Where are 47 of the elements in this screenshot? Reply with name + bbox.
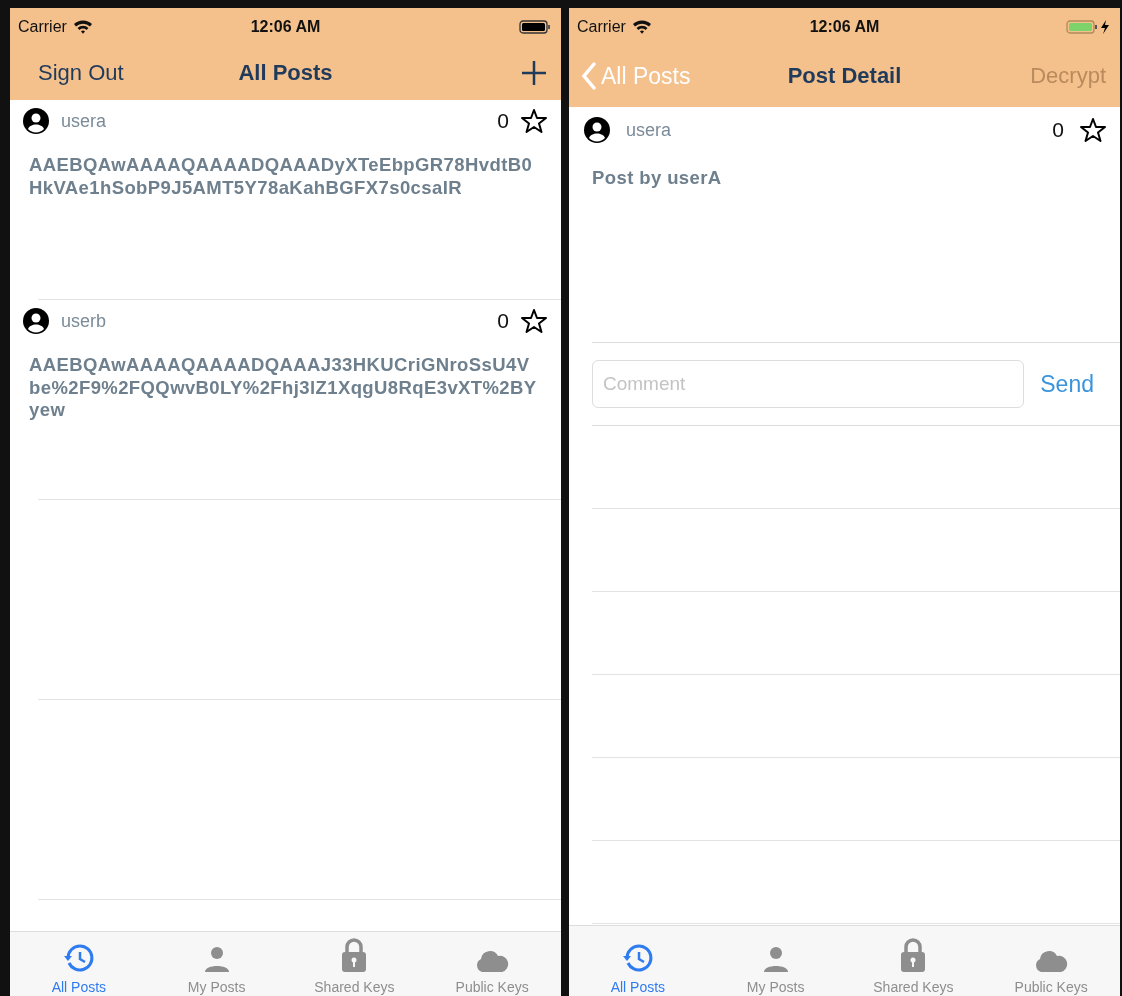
username: usera: [626, 119, 672, 141]
avatar-icon: [584, 117, 610, 143]
battery-icon: [519, 18, 553, 35]
lock-icon: [340, 937, 369, 973]
nav-title: All Posts: [238, 59, 333, 85]
star-count: 0: [497, 309, 509, 333]
person-icon: [762, 945, 789, 973]
username: userb: [61, 310, 107, 332]
tab[interactable]: Shared Keys: [285, 932, 424, 996]
post-text: Post by userA: [592, 166, 723, 190]
send-button[interactable]: Send: [1040, 370, 1094, 398]
tab[interactable]: My Posts: [147, 932, 286, 996]
lock-icon: [899, 937, 928, 973]
add-icon[interactable]: [521, 59, 547, 86]
clock: 12:06 AM: [809, 17, 880, 35]
tab[interactable]: Shared Keys: [844, 926, 983, 996]
carrier-label: Carrier: [18, 17, 67, 36]
star-icon[interactable]: [521, 108, 547, 134]
cloud-icon: [474, 949, 511, 973]
cloud-icon: [1033, 949, 1070, 973]
wifi-icon: [631, 19, 652, 34]
star-icon[interactable]: [1080, 117, 1106, 143]
history-icon: [622, 943, 653, 973]
post-text: AAEBQAwAAAAQAAAADQAAAJ33HKUCriGNroSsU4Vbe%2F9%2FQQwvB0LY%2Fhj3lZ1XqgU8RqE3vXT%2BYyew: [28, 353, 538, 422]
chevron-icon: [581, 62, 597, 90]
battery-icon: [1066, 18, 1112, 35]
sign-out-button[interactable]: Sign Out: [22, 59, 124, 86]
clock: 12:06 AM: [250, 17, 321, 35]
username: usera: [61, 110, 107, 132]
nav-title: Post Detail: [787, 63, 902, 88]
carrier-label: Carrier: [577, 17, 626, 36]
history-icon: [63, 943, 94, 973]
star-count: 0: [1052, 118, 1064, 142]
tab[interactable]: Public Keys: [423, 932, 561, 996]
avatar-icon: [23, 308, 49, 334]
tab[interactable]: All Posts: [10, 932, 148, 996]
person-icon: [203, 945, 230, 973]
tab[interactable]: My Posts: [706, 926, 845, 996]
tab[interactable]: All Posts: [569, 926, 707, 996]
tab[interactable]: Public Keys: [982, 926, 1120, 996]
back-button[interactable]: All Posts: [581, 62, 691, 90]
wifi-icon: [72, 19, 93, 34]
post-text: AAEBQAwAAAAQAAAADQAAADyXTeEbpGR78HvdtB0HkVAe1hSobP9J5AMT5Y78aKahBGFX7s0csaIR: [28, 153, 534, 200]
comment-field[interactable]: Comment: [592, 360, 1025, 408]
star-icon[interactable]: [521, 308, 547, 334]
star-count: 0: [497, 109, 509, 133]
avatar-icon: [23, 108, 49, 134]
